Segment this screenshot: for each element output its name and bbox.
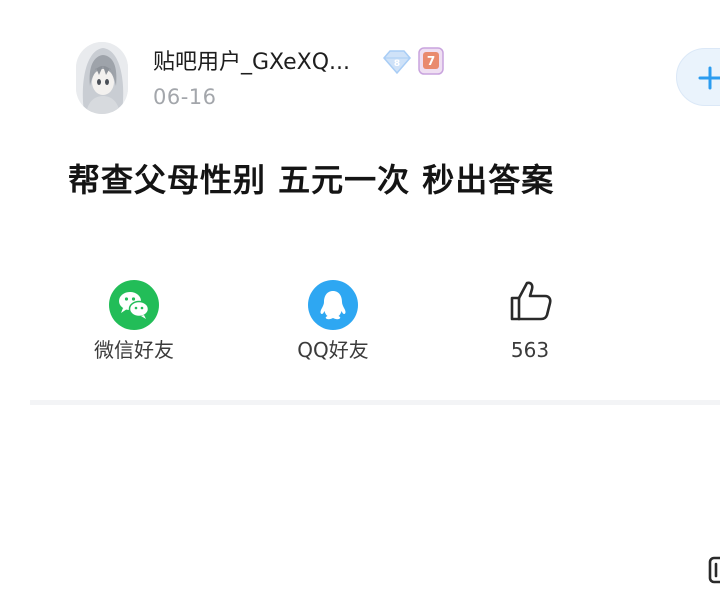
diamond-icon[interactable]: 8 bbox=[383, 49, 411, 75]
bottom-divider bbox=[30, 400, 720, 405]
like-count: 563 bbox=[510, 338, 550, 362]
diamond-level: 8 bbox=[394, 59, 400, 69]
wechat-label: 微信好友 bbox=[94, 338, 174, 362]
thumbs-up-icon bbox=[510, 281, 552, 321]
post-date: 06-16 bbox=[153, 85, 217, 109]
wechat-icon bbox=[109, 280, 159, 330]
plus-icon bbox=[698, 66, 720, 90]
avatar-image bbox=[76, 42, 128, 114]
user-level: 7 bbox=[427, 54, 435, 68]
share-qq-button[interactable]: QQ好友 bbox=[263, 270, 403, 370]
more-options-icon[interactable] bbox=[700, 548, 720, 588]
post-header: 贴吧用户_GXeXQ... 8 7 06-16 bbox=[0, 0, 720, 130]
share-bar: 微信好友 QQ好友 563 bbox=[0, 270, 720, 584]
level-badge-icon[interactable]: 7 bbox=[418, 47, 444, 75]
like-button[interactable]: 563 bbox=[460, 270, 600, 370]
qq-label: QQ好友 bbox=[297, 338, 369, 362]
qq-icon bbox=[308, 280, 358, 330]
follow-button[interactable] bbox=[676, 48, 720, 106]
avatar[interactable] bbox=[76, 42, 128, 114]
post-title[interactable]: 帮查父母性别 五元一次 秒出答案 bbox=[68, 158, 554, 202]
share-wechat-button[interactable]: 微信好友 bbox=[64, 270, 204, 370]
username[interactable]: 贴吧用户_GXeXQ... bbox=[153, 49, 350, 77]
